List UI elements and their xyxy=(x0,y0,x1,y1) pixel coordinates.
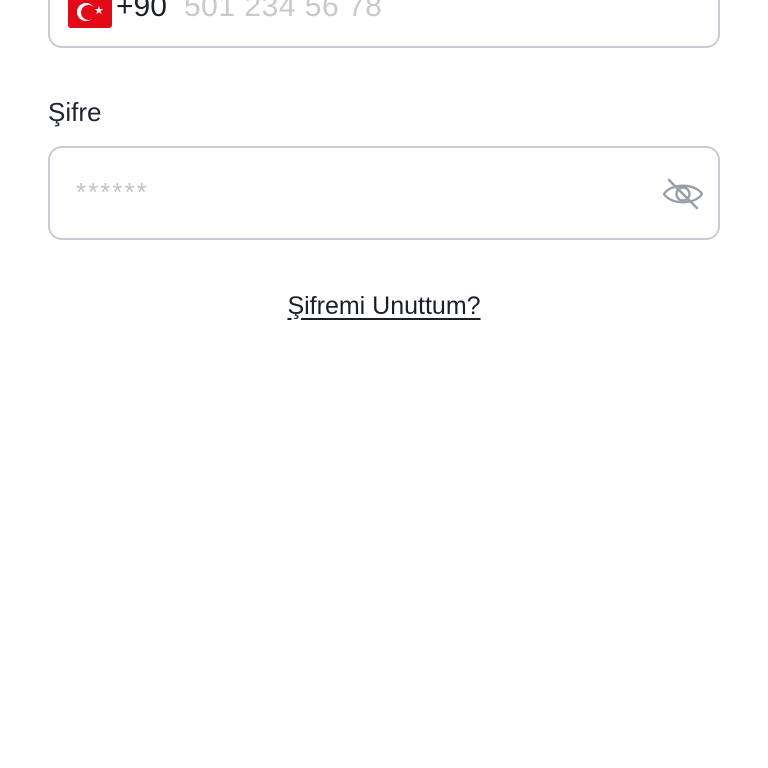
turkey-flag-icon[interactable]: ★ xyxy=(68,0,112,28)
forgot-password-link[interactable]: Şifremi Unuttum? xyxy=(0,290,768,322)
phone-placeholder[interactable]: 501 234 56 78 xyxy=(184,0,382,24)
password-visibility-toggle[interactable] xyxy=(660,176,706,212)
phone-number-field[interactable]: ★ +90 501 234 56 78 xyxy=(48,0,720,48)
password-placeholder[interactable]: ****** xyxy=(76,176,149,208)
eye-off-icon[interactable] xyxy=(661,177,705,211)
country-code[interactable]: +90 xyxy=(116,0,167,24)
login-screen: ★ +90 501 234 56 78 Şifre ****** Şifremi… xyxy=(0,0,768,768)
star-shape: ★ xyxy=(94,4,104,17)
password-field[interactable]: ****** xyxy=(48,146,720,240)
password-label: Şifre xyxy=(48,97,102,127)
